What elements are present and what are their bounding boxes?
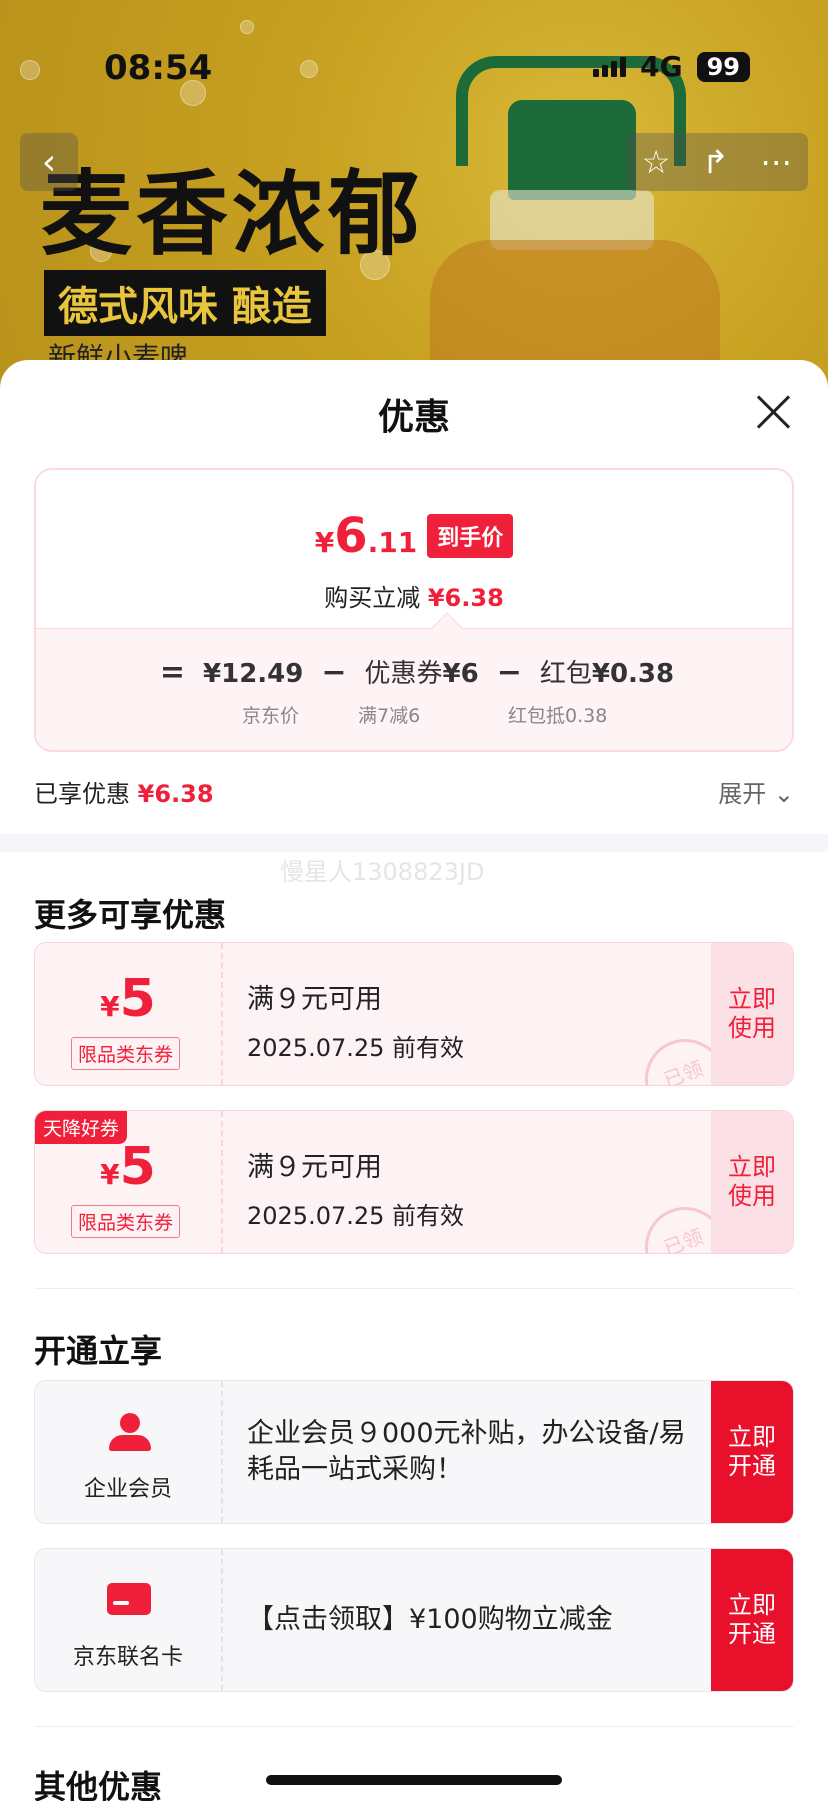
coupon-currency: ¥ <box>100 990 120 1023</box>
price-breakdown: = ¥12.49 − 优惠券¥6 − 红包¥0.38 京东价 满7减6 红包抵0… <box>36 612 792 750</box>
battery-icon: 99 <box>696 51 750 82</box>
enjoyed-discount: 已享优惠 ¥6.38 <box>34 774 214 809</box>
person-icon <box>109 1413 151 1451</box>
redpacket-note: 红包抵0.38 <box>508 705 608 727</box>
coupon-label: 优惠券 <box>364 659 443 689</box>
equals-sign: = <box>159 655 186 690</box>
hero-title: 麦香浓郁 <box>40 161 425 268</box>
coupon-note: 满7减6 <box>358 705 421 727</box>
more-discounts-title: 更多可享优惠 <box>34 896 227 934</box>
member-card[interactable]: 企业会员 企业会员９000元补贴，办公设备/易耗品一站式采购！ 立即 开通 <box>34 1380 794 1524</box>
instant-discount: 购买立减 ¥6.38 <box>36 578 792 613</box>
coupon-corner-badge: 天降好券 <box>35 1111 128 1144</box>
chevron-left-icon: ‹ <box>41 141 57 183</box>
price-integer: 6 <box>334 508 368 564</box>
expand-button[interactable]: 展开 ⌄ <box>718 774 794 809</box>
coupon-expiry: 2025.07.25 前有效 <box>247 1034 465 1062</box>
network-label: 4G <box>640 50 683 83</box>
top-actions: ☆ ↱ ⋯ <box>626 133 808 191</box>
coupon-card[interactable]: ¥5 限品类东券 天降好券 满９元可用 2025.07.25 前有效 已领 立即… <box>34 1110 794 1254</box>
close-icon[interactable] <box>752 390 796 434</box>
activate-button[interactable]: 立即 开通 <box>711 1381 793 1523</box>
chevron-down-icon: ⌄ <box>773 780 794 808</box>
coupon-currency: ¥ <box>100 1158 120 1191</box>
credit-card-icon <box>107 1583 151 1615</box>
final-price-badge: 到手价 <box>427 514 514 558</box>
minus-sign: − <box>496 655 522 690</box>
final-price: ¥6.11 到手价 <box>36 508 792 564</box>
coupon-value: ¥6 <box>442 659 479 689</box>
price-summary-card: ¥6.11 到手价 购买立减 ¥6.38 = ¥12.49 − 优惠券¥6 − … <box>34 468 794 752</box>
coupon-amount: 5 <box>119 969 156 1029</box>
member-label: 京东联名卡 <box>72 1645 183 1670</box>
use-now-button[interactable]: 立即 使用 <box>711 1111 793 1253</box>
coupon-tag: 限品类东券 <box>71 1037 181 1070</box>
open-benefits-title: 开通立享 <box>34 1332 163 1370</box>
expand-label: 展开 <box>718 780 767 808</box>
member-label: 企业会员 <box>83 1477 172 1502</box>
use-now-button[interactable]: 立即 使用 <box>711 943 793 1085</box>
divider <box>34 1288 794 1289</box>
price-currency: ¥ <box>314 526 335 559</box>
share-icon[interactable]: ↱ <box>702 143 729 181</box>
enjoyed-label: 已享优惠 <box>34 780 130 808</box>
jd-price-note: 京东价 <box>242 705 300 727</box>
enjoyed-value: ¥6.38 <box>137 780 214 808</box>
redpacket-label: 红包 <box>539 659 592 689</box>
status-time: 08:54 <box>104 48 213 88</box>
hero-subtitle: 德式风味 酿造 <box>44 270 326 336</box>
instant-discount-label: 购买立减 <box>324 584 421 612</box>
sheet-title: 优惠 <box>377 397 450 438</box>
beer-bottle <box>420 50 740 400</box>
instant-discount-value: ¥6.38 <box>427 584 504 612</box>
coupon-amount: 5 <box>119 1137 156 1197</box>
signal-icon <box>593 56 627 77</box>
coupon-card[interactable]: ¥5 限品类东券 满９元可用 2025.07.25 前有效 已领 立即 使用 <box>34 942 794 1086</box>
jd-price: ¥12.49 <box>203 659 304 689</box>
section-separator <box>0 834 828 852</box>
more-icon[interactable]: ⋯ <box>760 143 792 181</box>
redpacket-value: ¥0.38 <box>591 659 675 689</box>
coupon-condition: 满９元可用 <box>247 1152 382 1183</box>
minus-sign: − <box>321 655 347 690</box>
status-indicators: 4G 99 <box>593 50 750 83</box>
discount-sheet: 优惠 ¥6.11 到手价 购买立减 ¥6.38 = ¥12.49 − 优惠券¥6… <box>0 360 828 1801</box>
coupon-tag: 限品类东券 <box>71 1205 181 1238</box>
price-decimal: .11 <box>367 526 418 559</box>
other-discounts-title: 其他优惠 <box>34 1768 163 1801</box>
star-icon[interactable]: ☆ <box>642 143 671 181</box>
back-button[interactable]: ‹ <box>20 133 78 191</box>
activate-button[interactable]: 立即 开通 <box>711 1549 793 1691</box>
coupon-condition: 满９元可用 <box>247 984 382 1015</box>
member-card[interactable]: 京东联名卡 【点击领取】¥100购物立减金 立即 开通 <box>34 1548 794 1692</box>
divider <box>34 1726 794 1727</box>
coupon-expiry: 2025.07.25 前有效 <box>247 1202 465 1230</box>
member-description: 【点击领取】¥100购物立减金 <box>247 1603 613 1635</box>
home-indicator <box>266 1775 562 1785</box>
watermark: 慢星人1308823JD <box>280 858 485 886</box>
member-description: 企业会员９000元补贴，办公设备/易耗品一站式采购！ <box>247 1417 686 1485</box>
